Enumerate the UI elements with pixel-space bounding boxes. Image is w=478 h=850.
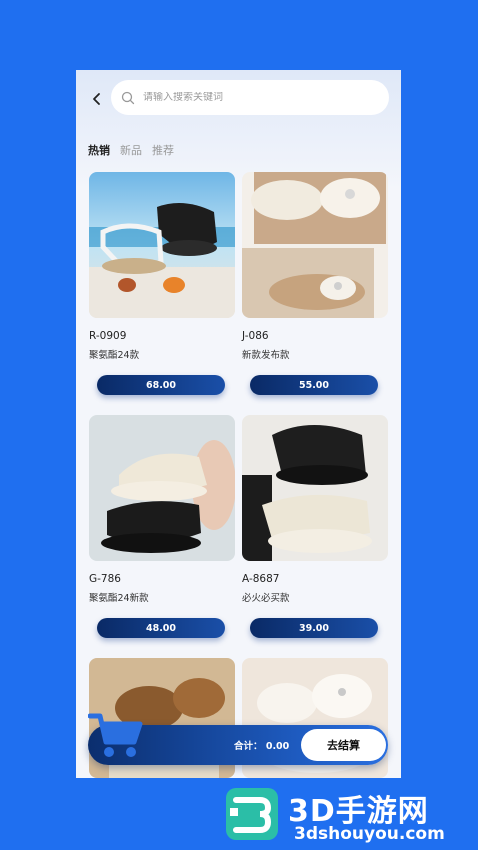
price-button[interactable]: 39.00 [250,618,378,638]
search-bar[interactable] [111,80,389,115]
app-screen: 热销 新品 推荐 [76,70,401,778]
product-code: A-8687 [242,573,280,585]
product-name: 聚氨酯24款 [89,350,140,361]
product-code: R-0909 [89,330,127,342]
checkout-button[interactable]: 去结算 [301,729,386,761]
search-input[interactable] [143,92,363,103]
search-icon [121,91,135,104]
chevron-left-icon [93,93,100,105]
product-image[interactable] [242,415,388,561]
tab-new[interactable]: 新品 [120,142,142,158]
brand-url: 3dshouyou.com [294,824,445,844]
category-tabs: 热销 新品 推荐 [88,142,174,158]
product-image[interactable] [242,172,388,318]
product-code: G-786 [89,573,121,585]
price-button[interactable]: 68.00 [97,375,225,395]
product-image[interactable] [89,415,235,561]
product-card[interactable]: A-8687 必火必买款 39.00 [242,415,388,638]
cart-total: 合计： 0.00 [234,738,289,752]
logo-icon [226,788,278,840]
tab-recommend[interactable]: 推荐 [152,142,174,158]
watermark-logo: 3D手游网 3dshouyou.com [220,778,478,850]
product-name: 新款发布款 [242,350,290,361]
product-name: 聚氨酯24新款 [89,593,149,604]
price-button[interactable]: 55.00 [250,375,378,395]
product-card[interactable]: R-0909 聚氨酯24款 68.00 [89,172,235,395]
total-value: 0.00 [265,741,290,752]
product-image[interactable] [89,172,235,318]
total-label: 合计： [234,741,263,752]
price-button[interactable]: 48.00 [97,618,225,638]
cart-icon[interactable] [88,710,144,760]
product-card[interactable]: J-086 新款发布款 55.00 [242,172,388,395]
product-name: 必火必买款 [242,593,290,604]
product-code: J-086 [242,330,269,342]
back-button[interactable] [88,90,106,108]
tab-hot[interactable]: 热销 [88,142,110,158]
product-card[interactable]: G-786 聚氨酯24新款 48.00 [89,415,235,638]
